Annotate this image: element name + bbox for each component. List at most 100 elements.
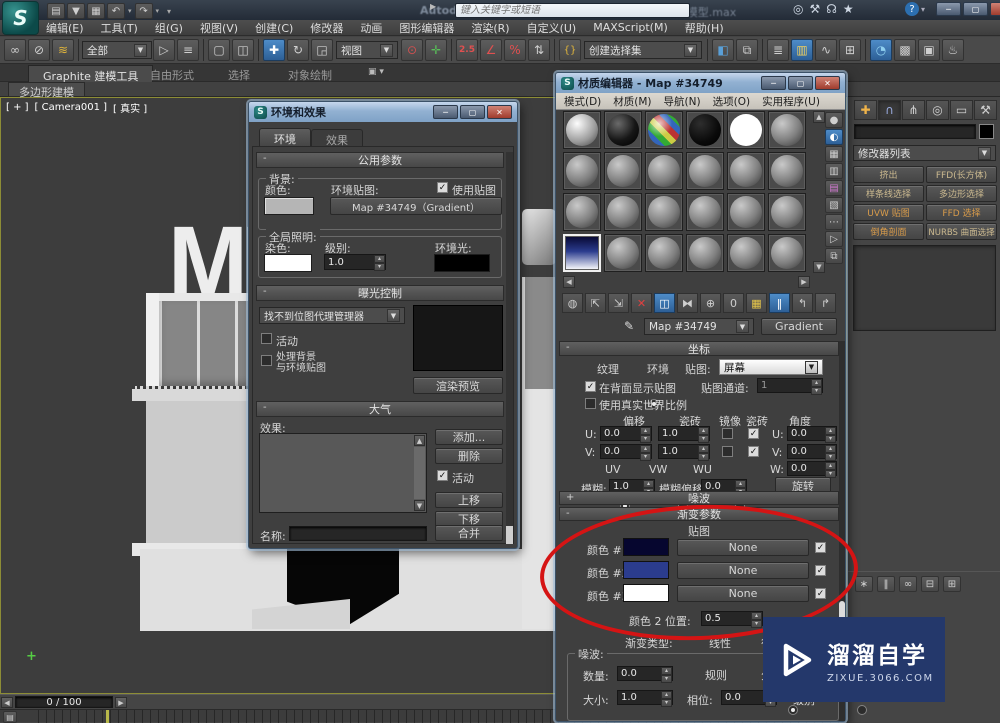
v-tile-checkbox[interactable]	[748, 446, 759, 457]
sample-slot[interactable]	[563, 152, 601, 190]
map-name-dropdown[interactable]: Map #34749▼	[644, 318, 754, 335]
previous-frame-icon[interactable]: ◀	[1, 697, 13, 708]
search-icon[interactable]: ◎	[793, 2, 803, 16]
mat-close-button[interactable]: ✕	[815, 76, 840, 90]
selection-filter-dropdown[interactable]: 全部▼	[82, 41, 152, 59]
sample-slot[interactable]	[645, 193, 683, 231]
rendered-frame-icon[interactable]: ▣	[918, 39, 940, 61]
search-input[interactable]	[455, 3, 690, 18]
undo-icon[interactable]: ↶	[107, 3, 125, 19]
v-offset-spinner[interactable]: 0.0▴▾	[600, 444, 652, 459]
show-end-result-icon[interactable]: ‖	[769, 293, 790, 313]
wrench-icon[interactable]: ⚒	[809, 2, 820, 16]
select-by-name-icon[interactable]: ≡	[177, 39, 199, 61]
window-close-button[interactable]: ✕	[990, 2, 1000, 16]
eyedropper-icon[interactable]: ✎	[624, 319, 634, 333]
assign-to-selection-icon[interactable]: ⇲	[608, 293, 629, 313]
background-checker-icon[interactable]: ▦	[825, 146, 843, 162]
merge-button[interactable]: 合并	[435, 525, 503, 541]
rollout-coordinates[interactable]: -坐标	[559, 341, 839, 356]
sample-slot[interactable]	[686, 234, 724, 272]
tab-environment[interactable]: 环境	[259, 128, 311, 146]
make-unique-icon[interactable]: ⧓	[677, 293, 698, 313]
viewport-menu-shading[interactable]: [ 真实 ]	[113, 100, 147, 115]
angle-snap-icon[interactable]: ∠	[480, 39, 502, 61]
help-icon[interactable]: ?	[905, 2, 919, 16]
show-on-back-checkbox[interactable]	[585, 381, 596, 392]
window-minimize-button[interactable]: ─	[936, 2, 961, 16]
move-up-button[interactable]: 上移	[435, 492, 503, 508]
modifier-btn-ffd-select[interactable]: FFD 选择	[926, 204, 997, 221]
select-manipulate-icon[interactable]: ✛	[425, 39, 447, 61]
viewport-menu-plus[interactable]: [ + ]	[6, 102, 29, 113]
new-file-icon[interactable]: ▤	[47, 3, 65, 19]
modifier-btn-extrude[interactable]: 挤出	[853, 166, 924, 183]
ambient-swatch[interactable]	[434, 254, 490, 272]
u-offset-spinner[interactable]: 0.0▴▾	[600, 426, 652, 441]
size-spinner[interactable]: 1.0▴▾	[617, 690, 673, 705]
options-icon[interactable]: ⋯	[825, 214, 843, 230]
modifier-list-dropdown[interactable]: 修改器列表▼	[853, 145, 996, 161]
mirror-icon[interactable]: ◧	[712, 39, 734, 61]
select-link-icon[interactable]: ∞	[4, 39, 26, 61]
palette-scroll-left-icon[interactable]: ◀	[563, 276, 575, 288]
sample-slot[interactable]	[768, 193, 806, 231]
remove-modifier-icon[interactable]: ⊟	[921, 576, 939, 592]
palette-scroll-down-icon[interactable]: ▼	[813, 261, 825, 273]
redo-icon[interactable]: ↷	[135, 3, 153, 19]
show-end-result-icon[interactable]: ‖	[877, 576, 895, 592]
env-maximize-button[interactable]: ▢	[460, 105, 485, 119]
select-rotate-icon[interactable]: ↻	[287, 39, 309, 61]
rollout-common-params[interactable]: -公用参数	[256, 152, 504, 168]
u-angle-spinner[interactable]: 0.0▴▾	[787, 426, 837, 441]
effects-scroll-track[interactable]	[414, 447, 425, 499]
env-scrollbar-thumb[interactable]	[506, 526, 513, 544]
viewport-menu-camera[interactable]: [ Camera001 ]	[35, 102, 108, 113]
sample-slot[interactable]	[563, 193, 601, 231]
amount-spinner[interactable]: 0.0▴▾	[617, 666, 673, 681]
material-editor-icon[interactable]: ◔	[870, 39, 892, 61]
process-bg-checkbox[interactable]	[261, 355, 272, 366]
menu-animation[interactable]: 动画	[360, 20, 382, 36]
menu-edit[interactable]: 编辑(E)	[46, 20, 84, 36]
render-setup-icon[interactable]: ▩	[894, 39, 916, 61]
map-type-button[interactable]: Gradient	[761, 318, 837, 335]
layer-manager-icon[interactable]: ≣	[767, 39, 789, 61]
u-tiling-spinner[interactable]: 1.0▴▾	[658, 426, 710, 441]
sample-slot[interactable]	[563, 111, 601, 149]
mat-menu-material[interactable]: 材质(M)	[613, 94, 651, 109]
ribbon-toggle-icon[interactable]: ▥	[791, 39, 813, 61]
curve-editor-icon[interactable]: ∿	[815, 39, 837, 61]
undo-dropdown-icon[interactable]: ▾	[128, 7, 132, 15]
tint-swatch[interactable]	[264, 254, 312, 272]
v-angle-spinner[interactable]: 0.0▴▾	[787, 444, 837, 459]
selection-region-icon[interactable]: ▢	[208, 39, 230, 61]
use-map-checkbox[interactable]	[437, 182, 448, 193]
modifier-stack-list[interactable]	[853, 245, 996, 331]
redo-dropdown-icon[interactable]: ▾	[156, 7, 160, 15]
sample-slot[interactable]	[727, 152, 765, 190]
tab-effects[interactable]: 效果	[311, 129, 363, 146]
sample-slot[interactable]	[645, 234, 683, 272]
time-slider-field[interactable]: 0 / 100	[15, 696, 113, 708]
rollout-atmosphere[interactable]: -大气	[256, 401, 504, 417]
material-editor-title-bar[interactable]: S 材质编辑器 - Map #34749 ─ ▢ ✕	[556, 73, 845, 93]
rollout-exposure[interactable]: -曝光控制	[256, 285, 504, 301]
mat-menu-options[interactable]: 选项(O)	[713, 94, 750, 109]
menu-tools[interactable]: 工具(T)	[101, 20, 138, 36]
tab-modify-icon[interactable]: ∩	[878, 100, 901, 120]
snap-toggle-icon[interactable]: 2.5	[456, 39, 478, 61]
select-object-icon[interactable]: ▷	[153, 39, 175, 61]
bg-color-swatch[interactable]	[264, 197, 314, 215]
go-to-parent-icon[interactable]: ↰	[792, 293, 813, 313]
menu-graph-editors[interactable]: 图形编辑器	[399, 20, 454, 36]
bind-spacewarp-icon[interactable]: ≋	[52, 39, 74, 61]
put-to-scene-icon[interactable]: ⇱	[585, 293, 606, 313]
make-unique-icon[interactable]: ∞	[899, 576, 917, 592]
modifier-btn-bevel-profile[interactable]: 倒角剖面	[853, 223, 924, 240]
ribbon-panel-polymodeling[interactable]: 多边形建模	[8, 82, 85, 97]
menu-customize[interactable]: 自定义(U)	[527, 20, 577, 36]
environment-title-bar[interactable]: S 环境和效果 ─ ▢ ✕	[249, 102, 517, 122]
modifier-btn-nurbs-select[interactable]: NURBS 曲面选择	[926, 223, 997, 240]
level-spinner[interactable]: 1.0▴▾	[324, 254, 386, 270]
